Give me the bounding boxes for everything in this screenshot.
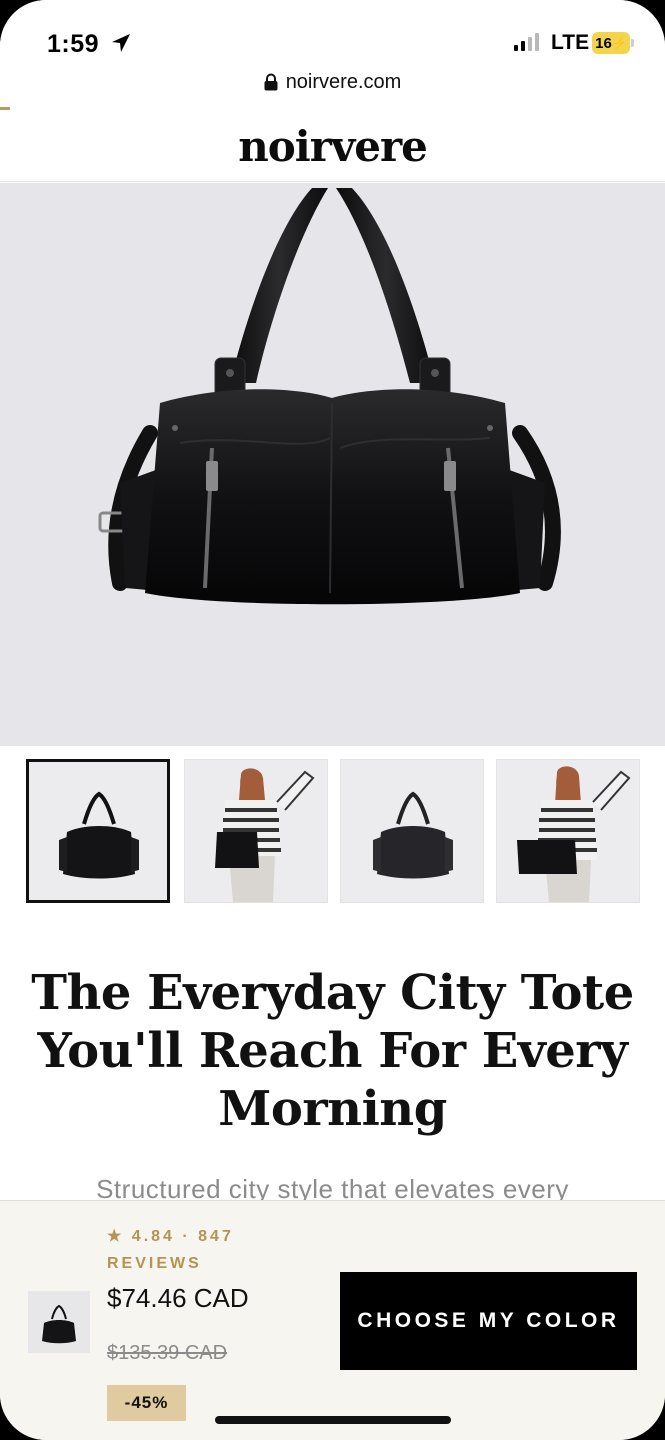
site-header: noirvere <box>0 112 665 182</box>
battery-icon: 16 ⚡ <box>592 32 634 54</box>
status-bar: 1:59 LTE 16 ⚡ <box>0 0 665 60</box>
model-with-bag-icon <box>185 760 327 902</box>
product-title: The Everyday City Tote You'll Reach For … <box>31 965 634 1137</box>
cellular-signal-icon <box>514 33 539 51</box>
charging-bolt-icon: ⚡ <box>611 36 627 50</box>
discount-badge: -45% <box>107 1385 186 1421</box>
thumbnail-1[interactable] <box>26 759 170 903</box>
phone-screen: 1:59 LTE 16 ⚡ noirvere.com noirvere The … <box>0 0 665 1440</box>
product-hero-image[interactable] <box>0 183 665 746</box>
status-time: 1:59 <box>47 30 100 58</box>
lock-icon <box>264 73 278 91</box>
sale-price: $74.46 CAD <box>107 1283 249 1313</box>
choose-color-button[interactable]: CHOOSE MY COLOR <box>340 1272 637 1370</box>
home-indicator[interactable] <box>215 1416 451 1424</box>
thumbnail-3[interactable] <box>340 759 484 903</box>
address-bar[interactable]: noirvere.com <box>0 62 665 102</box>
handbag-thumbnail-icon <box>373 791 453 879</box>
location-arrow-icon <box>112 34 130 52</box>
rating-summary[interactable]: ★ 4.84 · 847 REVIEWS <box>107 1223 267 1277</box>
sticky-product-thumbnail <box>28 1291 90 1353</box>
compare-at-price: $135.39 CAD <box>107 1342 228 1364</box>
sticky-purchase-bar: ★ 4.84 · 847 REVIEWS $74.46 CAD $135.39 … <box>0 1200 665 1440</box>
rating-stars-score: ★ 4.84 · 847 <box>107 1228 234 1245</box>
thumbnail-strip <box>26 759 640 905</box>
handbag-thumbnail-icon <box>42 1304 76 1344</box>
model-with-bag-icon <box>497 760 639 902</box>
thumbnail-4[interactable] <box>496 759 640 903</box>
accent-line <box>0 107 10 110</box>
brand-logo[interactable]: noirvere <box>238 122 428 171</box>
battery-level: 16 <box>595 34 612 52</box>
handbag-illustration <box>98 188 561 605</box>
thumbnail-2[interactable] <box>184 759 328 903</box>
rating-reviews-label: REVIEWS <box>107 1255 202 1272</box>
url-text: noirvere.com <box>285 70 402 93</box>
network-type: LTE <box>551 31 590 54</box>
handbag-thumbnail-icon <box>59 791 139 879</box>
